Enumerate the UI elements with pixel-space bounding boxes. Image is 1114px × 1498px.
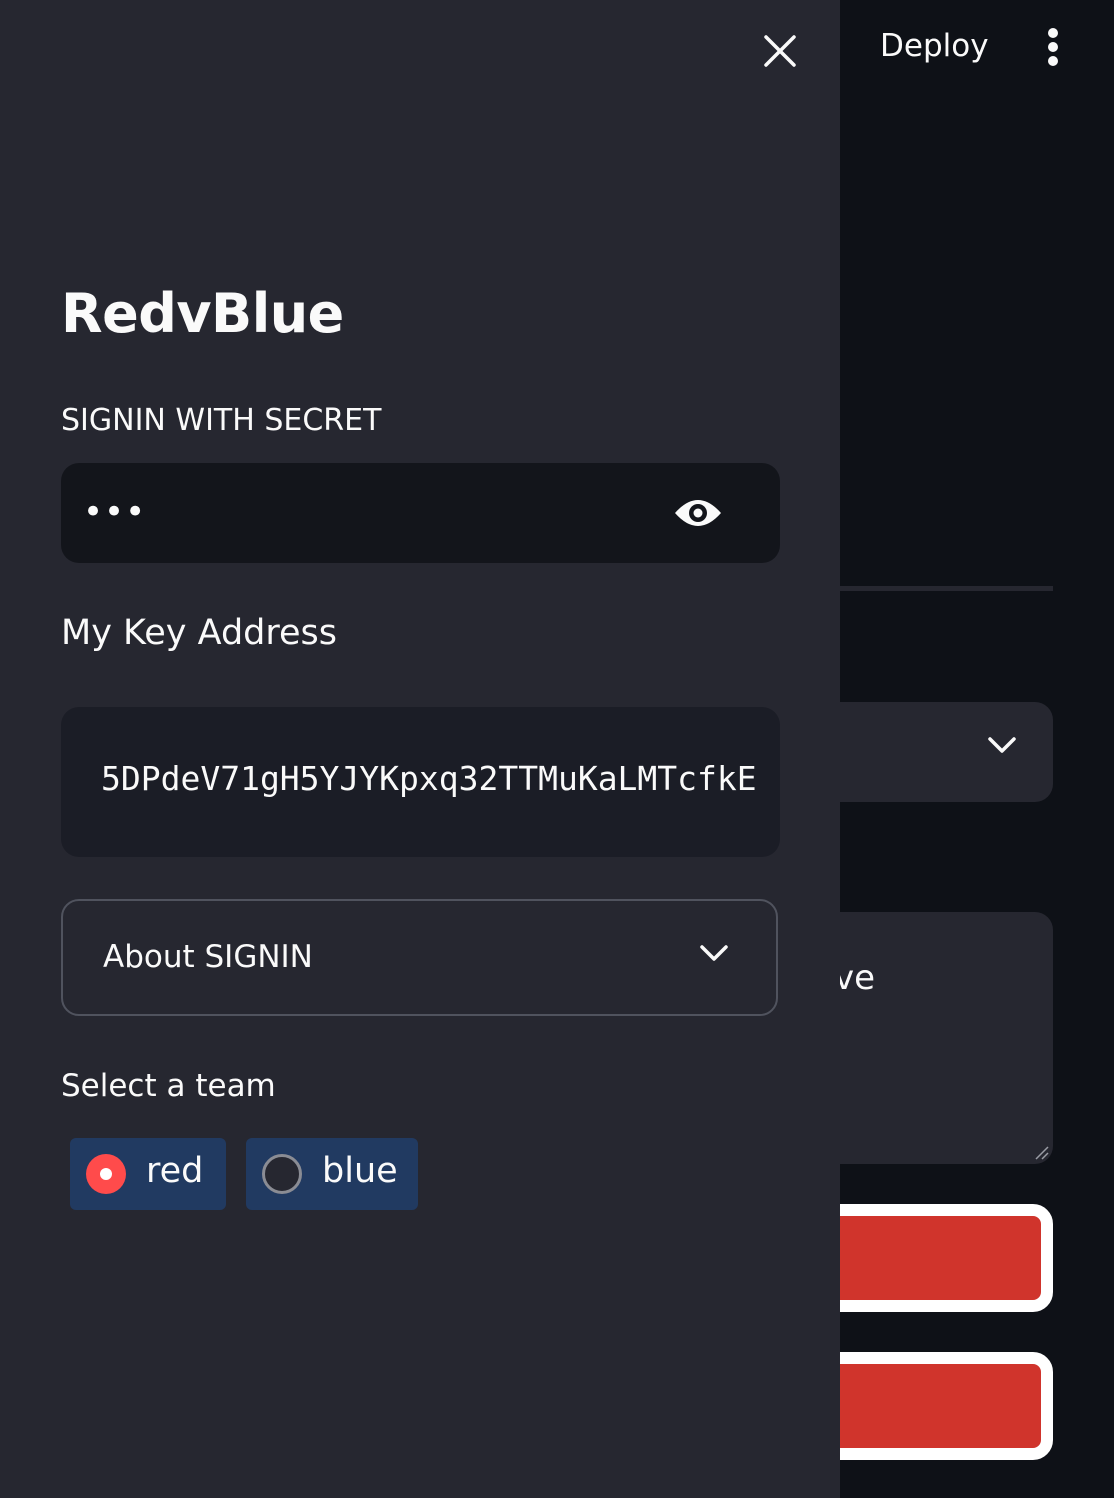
chevron-down-icon [988,737,1016,753]
radio-option-blue[interactable]: blue [246,1138,418,1210]
radio-label-blue: blue [322,1151,398,1191]
resize-grip-icon[interactable] [1033,1144,1049,1160]
secret-label: SIGNIN WITH SECRET [61,403,382,438]
chevron-down-icon [700,945,728,961]
textarea-text: ve [834,958,876,998]
radio-option-red[interactable]: red [70,1138,226,1210]
key-address-heading: My Key Address [61,613,338,653]
close-icon[interactable] [757,28,803,74]
secret-password-input[interactable]: ••• [61,463,780,563]
team-select-label: Select a team [61,1068,276,1104]
key-address-value: 5DPdeV71gH5YJYKpxq32TTMuKaLMTcfkE [101,759,757,798]
key-address-code-block: 5DPdeV71gH5YJYKpxq32TTMuKaLMTcfkE [61,707,780,857]
password-mask: ••• [83,492,147,532]
sidebar: RedvBlue SIGNIN WITH SECRET ••• My Key A… [0,0,840,1498]
kebab-menu-icon[interactable] [1036,26,1070,68]
radio-label-red: red [146,1151,204,1191]
radio-unselected-icon [262,1154,302,1194]
page-title: RedvBlue [61,282,344,345]
deploy-button[interactable]: Deploy [862,22,1007,70]
radio-selected-icon [86,1154,126,1194]
expander-label: About SIGNIN [103,939,313,975]
eye-icon[interactable] [672,495,724,531]
about-signin-expander[interactable]: About SIGNIN [61,899,778,1016]
